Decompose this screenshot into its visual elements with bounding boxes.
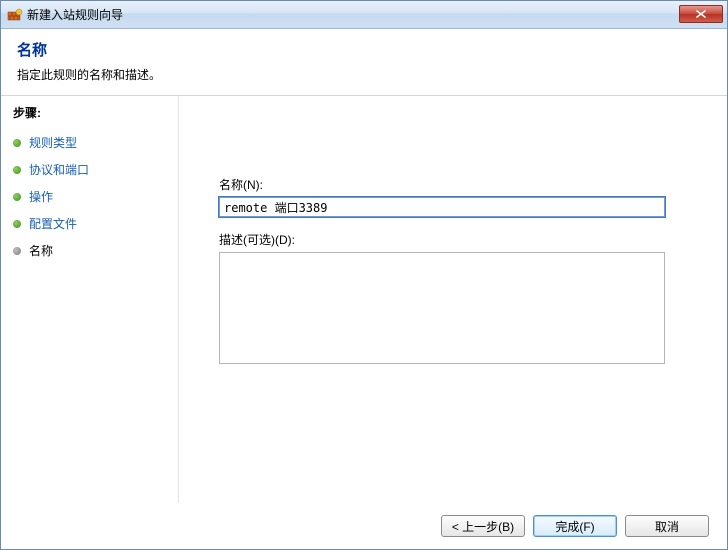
- close-icon: [696, 10, 706, 18]
- description-label: 描述(可选)(D):: [219, 231, 689, 248]
- firewall-icon: [7, 7, 23, 23]
- step-rule-type[interactable]: 规则类型: [13, 129, 178, 156]
- step-profile[interactable]: 配置文件: [13, 210, 178, 237]
- steps-heading: 步骤:: [13, 104, 178, 121]
- description-textarea[interactable]: [219, 252, 665, 364]
- step-label: 规则类型: [29, 134, 77, 151]
- step-label: 名称: [29, 242, 53, 259]
- step-label: 操作: [29, 188, 53, 205]
- step-name[interactable]: 名称: [13, 237, 178, 264]
- titlebar: 新建入站规则向导: [1, 1, 727, 29]
- finish-button[interactable]: 完成(F): [533, 515, 617, 537]
- close-button[interactable]: [679, 5, 723, 23]
- page-subtitle: 指定此规则的名称和描述。: [17, 66, 711, 83]
- name-input[interactable]: [219, 197, 665, 217]
- step-label: 协议和端口: [29, 161, 89, 178]
- steps-sidebar: 步骤: 规则类型 协议和端口 操作 配置文件 名称: [1, 96, 179, 503]
- step-label: 配置文件: [29, 215, 77, 232]
- step-protocol-ports[interactable]: 协议和端口: [13, 156, 178, 183]
- window-title: 新建入站规则向导: [27, 6, 123, 23]
- wizard-header: 名称 指定此规则的名称和描述。: [1, 29, 727, 96]
- step-bullet-icon: [13, 193, 21, 201]
- back-button[interactable]: < 上一步(B): [441, 515, 525, 537]
- name-label: 名称(N):: [219, 176, 689, 193]
- wizard-content: 名称(N): 描述(可选)(D):: [179, 96, 727, 503]
- cancel-button[interactable]: 取消: [625, 515, 709, 537]
- step-bullet-icon: [13, 220, 21, 228]
- wizard-footer: < 上一步(B) 完成(F) 取消: [1, 503, 727, 549]
- step-action[interactable]: 操作: [13, 183, 178, 210]
- wizard-body: 步骤: 规则类型 协议和端口 操作 配置文件 名称 名: [1, 96, 727, 503]
- step-bullet-icon: [13, 166, 21, 174]
- page-title: 名称: [17, 39, 711, 60]
- wizard-window: 新建入站规则向导 名称 指定此规则的名称和描述。 步骤: 规则类型 协议和端口 …: [0, 0, 728, 550]
- step-bullet-icon: [13, 247, 21, 255]
- step-bullet-icon: [13, 139, 21, 147]
